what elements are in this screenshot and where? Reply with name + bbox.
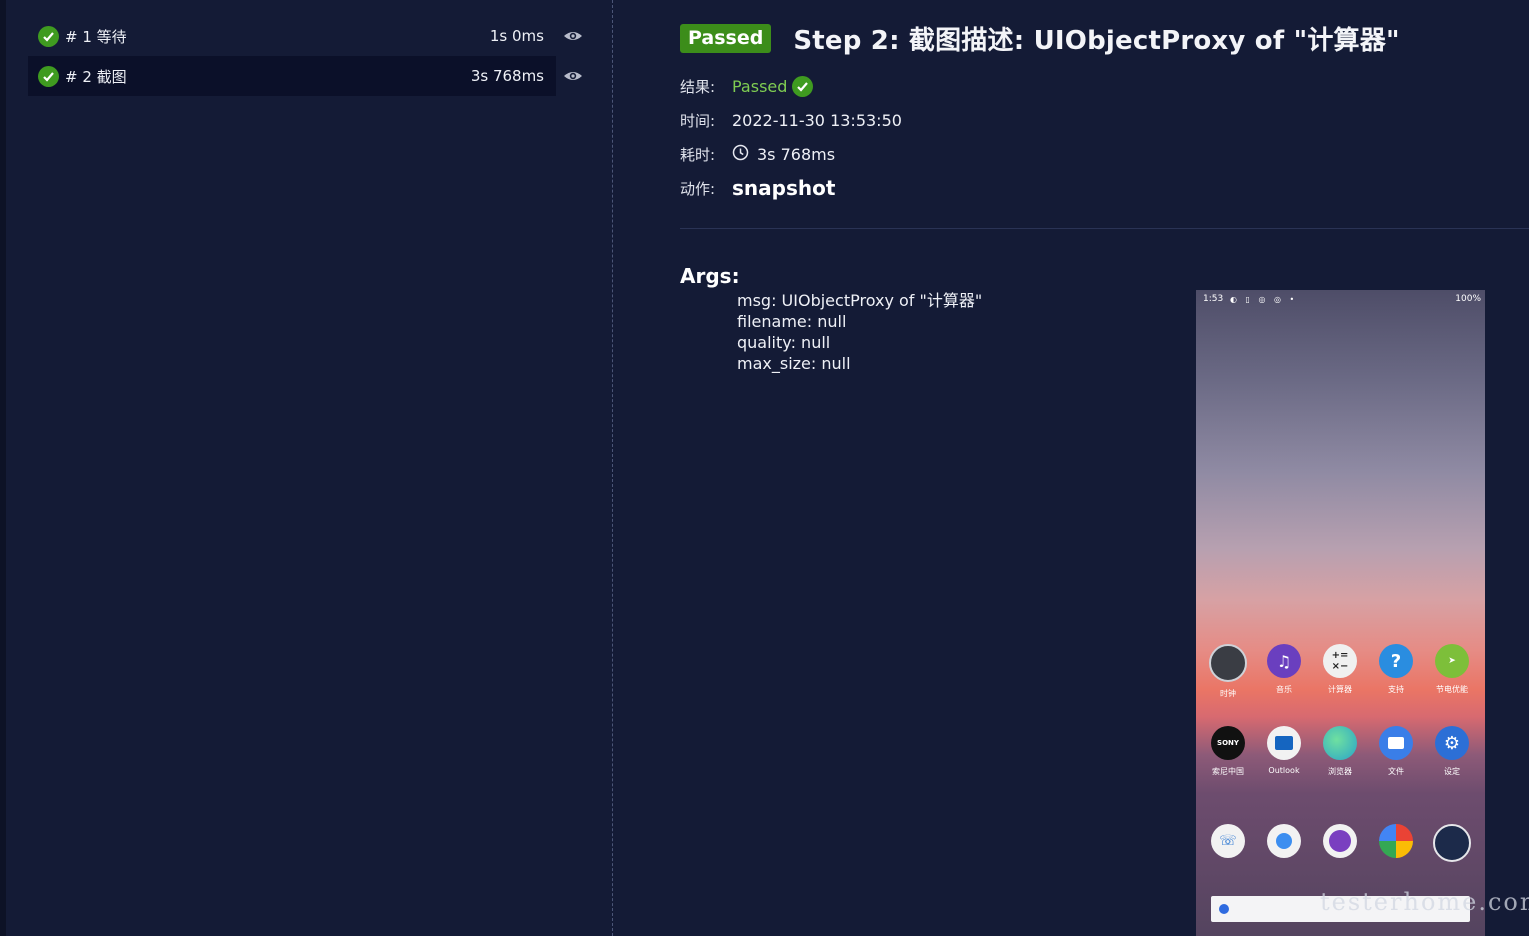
app-files: 文件 <box>1368 726 1424 777</box>
step-list: # 1 等待 1s 0ms # 2 截图 3s 768ms <box>28 16 598 96</box>
globe-icon <box>1323 726 1357 760</box>
eye-icon[interactable] <box>563 68 583 88</box>
app-calculator: += ×− 计算器 <box>1312 644 1368 695</box>
contacts-icon <box>1323 824 1357 858</box>
battery-level: 100% <box>1455 294 1481 304</box>
app-label: 浏览器 <box>1328 767 1352 776</box>
app-label: 支持 <box>1388 685 1404 694</box>
step-row-1[interactable]: # 1 等待 1s 0ms <box>28 16 582 56</box>
step-row-2[interactable]: # 2 截图 3s 768ms <box>28 56 582 96</box>
section-divider <box>680 228 1529 229</box>
time-row: 时间: 2022-11-30 13:53:50 <box>680 110 902 131</box>
app-music: ♫ 音乐 <box>1256 644 1312 695</box>
eye-icon[interactable] <box>563 28 583 48</box>
phone-icon: ☏ <box>1211 824 1245 858</box>
time-label: 时间: <box>680 112 716 130</box>
app-clock: 时钟 <box>1200 644 1256 699</box>
arg-item: quality: null <box>737 333 831 352</box>
app-browser: 浏览器 <box>1312 726 1368 777</box>
folder-icon <box>1379 726 1413 760</box>
messages-icon <box>1267 824 1301 858</box>
check-circle-icon <box>38 65 59 87</box>
device-screenshot[interactable]: 1:53 ◐ ▯ ◎ ◎ • 100% 时钟 ♫ 音乐 += ×− 计算器 ? 支… <box>1196 290 1485 936</box>
status-bar: 1:53 ◐ ▯ ◎ ◎ • 100% <box>1196 290 1485 308</box>
outlook-icon <box>1267 726 1301 760</box>
app-settings: ⚙ 设定 <box>1424 726 1480 777</box>
detail-header: Passed Step 2: 截图描述: UIObjectProxy of "计… <box>680 20 1400 57</box>
result-label: 结果: <box>680 78 716 96</box>
arg-item: max_size: null <box>737 354 851 373</box>
arg-item: msg: UIObjectProxy of "计算器" <box>737 291 983 310</box>
app-support: ? 支持 <box>1368 644 1424 695</box>
app-label: 设定 <box>1444 767 1460 776</box>
app-photos <box>1368 824 1424 858</box>
result-row: 结果: Passed <box>680 76 819 97</box>
app-outlook: Outlook <box>1256 726 1312 775</box>
step-duration: 1s 0ms <box>489 27 544 45</box>
step-label: # 2 截图 <box>65 67 127 86</box>
music-icon: ♫ <box>1267 644 1301 678</box>
action-value: snapshot <box>732 176 836 200</box>
search-icon <box>1219 904 1229 914</box>
sony-icon: SONY <box>1211 726 1245 760</box>
app-battery-saver: ➤ 节电优能 <box>1424 644 1480 695</box>
time-value: 2022-11-30 13:53:50 <box>732 111 902 130</box>
arg-item: filename: null <box>737 312 847 331</box>
app-label: 音乐 <box>1276 685 1292 694</box>
app-phone: ☏ <box>1200 824 1256 858</box>
app-label: 节电优能 <box>1436 685 1468 694</box>
args-list: msg: UIObjectProxy of "计算器" filename: nu… <box>737 290 982 374</box>
window-edge <box>0 0 6 936</box>
app-camera <box>1424 824 1480 862</box>
camera-icon <box>1433 824 1471 862</box>
clock-icon <box>1209 644 1247 682</box>
args-title: Args: <box>680 264 740 288</box>
check-circle-icon <box>792 76 814 97</box>
app-contacts <box>1312 824 1368 858</box>
duration-row: 耗时: 3s 768ms <box>680 144 835 165</box>
app-messages <box>1256 824 1312 858</box>
step-title: Step 2: 截图描述: UIObjectProxy of "计算器" <box>793 26 1400 56</box>
step-duration: 3s 768ms <box>470 67 544 85</box>
pane-divider[interactable] <box>612 0 613 936</box>
status-icons: ◐ ▯ ◎ ◎ • <box>1230 295 1298 304</box>
app-label: 索尼中国 <box>1212 767 1244 776</box>
app-label: 时钟 <box>1220 689 1236 698</box>
app-label: 计算器 <box>1328 685 1352 694</box>
action-row: 动作: snapshot <box>680 176 835 200</box>
app-label: 文件 <box>1388 767 1404 776</box>
calculator-icon: += ×− <box>1323 644 1357 678</box>
action-label: 动作: <box>680 179 716 198</box>
app-sony: SONY 索尼中国 <box>1200 726 1256 777</box>
status-badge: Passed <box>680 24 772 53</box>
app-label: Outlook <box>1268 766 1300 775</box>
settings-icon: ⚙ <box>1435 726 1469 760</box>
step-label: # 1 等待 <box>65 27 127 46</box>
help-icon: ? <box>1379 644 1413 678</box>
photos-icon <box>1379 824 1413 858</box>
check-circle-icon <box>38 25 59 47</box>
battery-saver-icon: ➤ <box>1435 644 1469 678</box>
duration-value: 3s 768ms <box>757 145 836 164</box>
result-value: Passed <box>732 77 788 96</box>
status-time: 1:53 <box>1203 294 1224 304</box>
watermark: testerhome.com <box>1320 888 1529 916</box>
duration-label: 耗时: <box>680 146 716 164</box>
clock-icon <box>732 144 749 165</box>
